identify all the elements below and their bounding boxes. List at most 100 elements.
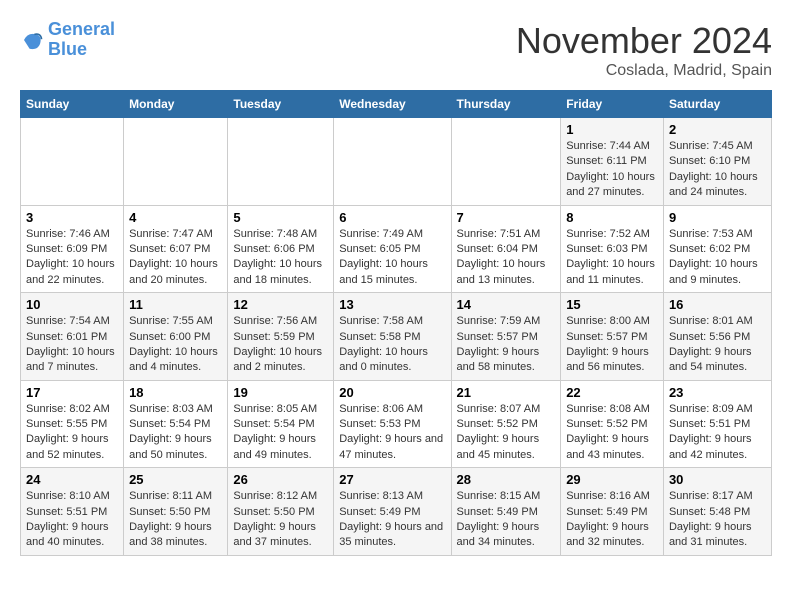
calendar-cell: 30 Sunrise: 8:17 AM Sunset: 5:48 PM Dayli… bbox=[663, 468, 771, 556]
day-info: Sunrise: 7:55 AM Sunset: 6:00 PM Dayligh… bbox=[129, 314, 222, 376]
calendar-cell: 29 Sunrise: 8:16 AM Sunset: 5:49 PM Dayli… bbox=[561, 468, 664, 556]
calendar-cell: 28 Sunrise: 8:15 AM Sunset: 5:49 PM Dayli… bbox=[451, 468, 561, 556]
calendar-cell bbox=[228, 118, 334, 206]
day-number: 5 bbox=[233, 210, 328, 225]
day-info: Sunrise: 8:03 AM Sunset: 5:54 PM Dayligh… bbox=[129, 402, 222, 464]
calendar-cell: 14 Sunrise: 7:59 AM Sunset: 5:57 PM Dayli… bbox=[451, 293, 561, 381]
day-number: 9 bbox=[669, 210, 766, 225]
day-info: Sunrise: 7:53 AM Sunset: 6:02 PM Dayligh… bbox=[669, 227, 766, 289]
calendar-cell: 12 Sunrise: 7:56 AM Sunset: 5:59 PM Dayli… bbox=[228, 293, 334, 381]
calendar-cell bbox=[451, 118, 561, 206]
day-number: 13 bbox=[339, 297, 445, 312]
day-info: Sunrise: 7:54 AM Sunset: 6:01 PM Dayligh… bbox=[26, 314, 118, 376]
calendar-cell: 24 Sunrise: 8:10 AM Sunset: 5:51 PM Dayli… bbox=[21, 468, 124, 556]
calendar-cell: 20 Sunrise: 8:06 AM Sunset: 5:53 PM Dayli… bbox=[334, 380, 451, 468]
day-info: Sunrise: 7:51 AM Sunset: 6:04 PM Dayligh… bbox=[457, 227, 556, 289]
day-info: Sunrise: 7:49 AM Sunset: 6:05 PM Dayligh… bbox=[339, 227, 445, 289]
day-info: Sunrise: 8:16 AM Sunset: 5:49 PM Dayligh… bbox=[566, 489, 658, 551]
calendar-cell: 3Sunrise: 7:46 AM Sunset: 6:09 PM Daylig… bbox=[21, 205, 124, 293]
calendar-week-row: 24 Sunrise: 8:10 AM Sunset: 5:51 PM Dayli… bbox=[21, 468, 772, 556]
day-number: 27 bbox=[339, 472, 445, 487]
calendar-cell: 26 Sunrise: 8:12 AM Sunset: 5:50 PM Dayli… bbox=[228, 468, 334, 556]
day-info: Sunrise: 7:58 AM Sunset: 5:58 PM Dayligh… bbox=[339, 314, 445, 376]
calendar-cell: 4Sunrise: 7:47 AM Sunset: 6:07 PM Daylig… bbox=[124, 205, 228, 293]
weekday-header: Sunday bbox=[21, 91, 124, 118]
day-info: Sunrise: 7:44 AM Sunset: 6:11 PM Dayligh… bbox=[566, 139, 658, 201]
day-info: Sunrise: 8:12 AM Sunset: 5:50 PM Dayligh… bbox=[233, 489, 328, 551]
day-info: Sunrise: 8:07 AM Sunset: 5:52 PM Dayligh… bbox=[457, 402, 556, 464]
day-number: 25 bbox=[129, 472, 222, 487]
calendar-header-row: SundayMondayTuesdayWednesdayThursdayFrid… bbox=[21, 91, 772, 118]
month-title: November 2024 bbox=[516, 20, 772, 62]
calendar-cell: 23 Sunrise: 8:09 AM Sunset: 5:51 PM Dayli… bbox=[663, 380, 771, 468]
weekday-header: Tuesday bbox=[228, 91, 334, 118]
day-number: 10 bbox=[26, 297, 118, 312]
calendar-cell bbox=[124, 118, 228, 206]
calendar-cell: 19 Sunrise: 8:05 AM Sunset: 5:54 PM Dayli… bbox=[228, 380, 334, 468]
calendar-cell bbox=[21, 118, 124, 206]
day-info: Sunrise: 8:17 AM Sunset: 5:48 PM Dayligh… bbox=[669, 489, 766, 551]
day-info: Sunrise: 7:56 AM Sunset: 5:59 PM Dayligh… bbox=[233, 314, 328, 376]
calendar-table: SundayMondayTuesdayWednesdayThursdayFrid… bbox=[20, 90, 772, 556]
day-number: 16 bbox=[669, 297, 766, 312]
day-info: Sunrise: 8:11 AM Sunset: 5:50 PM Dayligh… bbox=[129, 489, 222, 551]
calendar-cell: 27 Sunrise: 8:13 AM Sunset: 5:49 PM Dayli… bbox=[334, 468, 451, 556]
weekday-header: Saturday bbox=[663, 91, 771, 118]
calendar-cell: 17 Sunrise: 8:02 AM Sunset: 5:55 PM Dayli… bbox=[21, 380, 124, 468]
day-info: Sunrise: 7:52 AM Sunset: 6:03 PM Dayligh… bbox=[566, 227, 658, 289]
day-number: 20 bbox=[339, 385, 445, 400]
day-info: Sunrise: 7:45 AM Sunset: 6:10 PM Dayligh… bbox=[669, 139, 766, 201]
calendar-cell: 8 Sunrise: 7:52 AM Sunset: 6:03 PM Daylig… bbox=[561, 205, 664, 293]
day-number: 28 bbox=[457, 472, 556, 487]
day-number: 18 bbox=[129, 385, 222, 400]
day-info: Sunrise: 8:13 AM Sunset: 5:49 PM Dayligh… bbox=[339, 489, 445, 551]
day-number: 8 bbox=[566, 210, 658, 225]
day-info: Sunrise: 8:15 AM Sunset: 5:49 PM Dayligh… bbox=[457, 489, 556, 551]
day-info: Sunrise: 8:05 AM Sunset: 5:54 PM Dayligh… bbox=[233, 402, 328, 464]
day-number: 30 bbox=[669, 472, 766, 487]
day-number: 22 bbox=[566, 385, 658, 400]
calendar-cell bbox=[334, 118, 451, 206]
day-number: 24 bbox=[26, 472, 118, 487]
day-number: 23 bbox=[669, 385, 766, 400]
calendar-cell: 9 Sunrise: 7:53 AM Sunset: 6:02 PM Daylig… bbox=[663, 205, 771, 293]
day-info: Sunrise: 7:46 AM Sunset: 6:09 PM Dayligh… bbox=[26, 227, 118, 289]
day-number: 29 bbox=[566, 472, 658, 487]
day-info: Sunrise: 8:02 AM Sunset: 5:55 PM Dayligh… bbox=[26, 402, 118, 464]
logo-text: General Blue bbox=[48, 20, 115, 60]
day-info: Sunrise: 8:06 AM Sunset: 5:53 PM Dayligh… bbox=[339, 402, 445, 464]
day-number: 17 bbox=[26, 385, 118, 400]
logo-icon bbox=[20, 28, 44, 52]
calendar-week-row: 17 Sunrise: 8:02 AM Sunset: 5:55 PM Dayli… bbox=[21, 380, 772, 468]
calendar-cell: 22 Sunrise: 8:08 AM Sunset: 5:52 PM Dayli… bbox=[561, 380, 664, 468]
day-info: Sunrise: 7:59 AM Sunset: 5:57 PM Dayligh… bbox=[457, 314, 556, 376]
title-block: November 2024 Coslada, Madrid, Spain bbox=[516, 20, 772, 80]
calendar-cell: 18 Sunrise: 8:03 AM Sunset: 5:54 PM Dayli… bbox=[124, 380, 228, 468]
calendar-cell: 10 Sunrise: 7:54 AM Sunset: 6:01 PM Dayli… bbox=[21, 293, 124, 381]
day-number: 26 bbox=[233, 472, 328, 487]
calendar-cell: 13 Sunrise: 7:58 AM Sunset: 5:58 PM Dayli… bbox=[334, 293, 451, 381]
calendar-cell: 2Sunrise: 7:45 AM Sunset: 6:10 PM Daylig… bbox=[663, 118, 771, 206]
calendar-week-row: 10 Sunrise: 7:54 AM Sunset: 6:01 PM Dayli… bbox=[21, 293, 772, 381]
calendar-cell: 16 Sunrise: 8:01 AM Sunset: 5:56 PM Dayli… bbox=[663, 293, 771, 381]
calendar-cell: 25 Sunrise: 8:11 AM Sunset: 5:50 PM Dayli… bbox=[124, 468, 228, 556]
day-number: 14 bbox=[457, 297, 556, 312]
day-number: 7 bbox=[457, 210, 556, 225]
day-number: 15 bbox=[566, 297, 658, 312]
calendar-cell: 15Sunrise: 8:00 AM Sunset: 5:57 PM Dayli… bbox=[561, 293, 664, 381]
day-info: Sunrise: 7:47 AM Sunset: 6:07 PM Dayligh… bbox=[129, 227, 222, 289]
calendar-cell: 5Sunrise: 7:48 AM Sunset: 6:06 PM Daylig… bbox=[228, 205, 334, 293]
calendar-cell: 1 Sunrise: 7:44 AM Sunset: 6:11 PM Daylig… bbox=[561, 118, 664, 206]
calendar-cell: 6 Sunrise: 7:49 AM Sunset: 6:05 PM Daylig… bbox=[334, 205, 451, 293]
weekday-header: Monday bbox=[124, 91, 228, 118]
day-info: Sunrise: 8:08 AM Sunset: 5:52 PM Dayligh… bbox=[566, 402, 658, 464]
calendar-cell: 7 Sunrise: 7:51 AM Sunset: 6:04 PM Daylig… bbox=[451, 205, 561, 293]
day-number: 1 bbox=[566, 122, 658, 137]
day-info: Sunrise: 8:09 AM Sunset: 5:51 PM Dayligh… bbox=[669, 402, 766, 464]
day-info: Sunrise: 8:01 AM Sunset: 5:56 PM Dayligh… bbox=[669, 314, 766, 376]
day-number: 19 bbox=[233, 385, 328, 400]
day-info: Sunrise: 8:10 AM Sunset: 5:51 PM Dayligh… bbox=[26, 489, 118, 551]
weekday-header: Wednesday bbox=[334, 91, 451, 118]
day-number: 12 bbox=[233, 297, 328, 312]
day-number: 6 bbox=[339, 210, 445, 225]
